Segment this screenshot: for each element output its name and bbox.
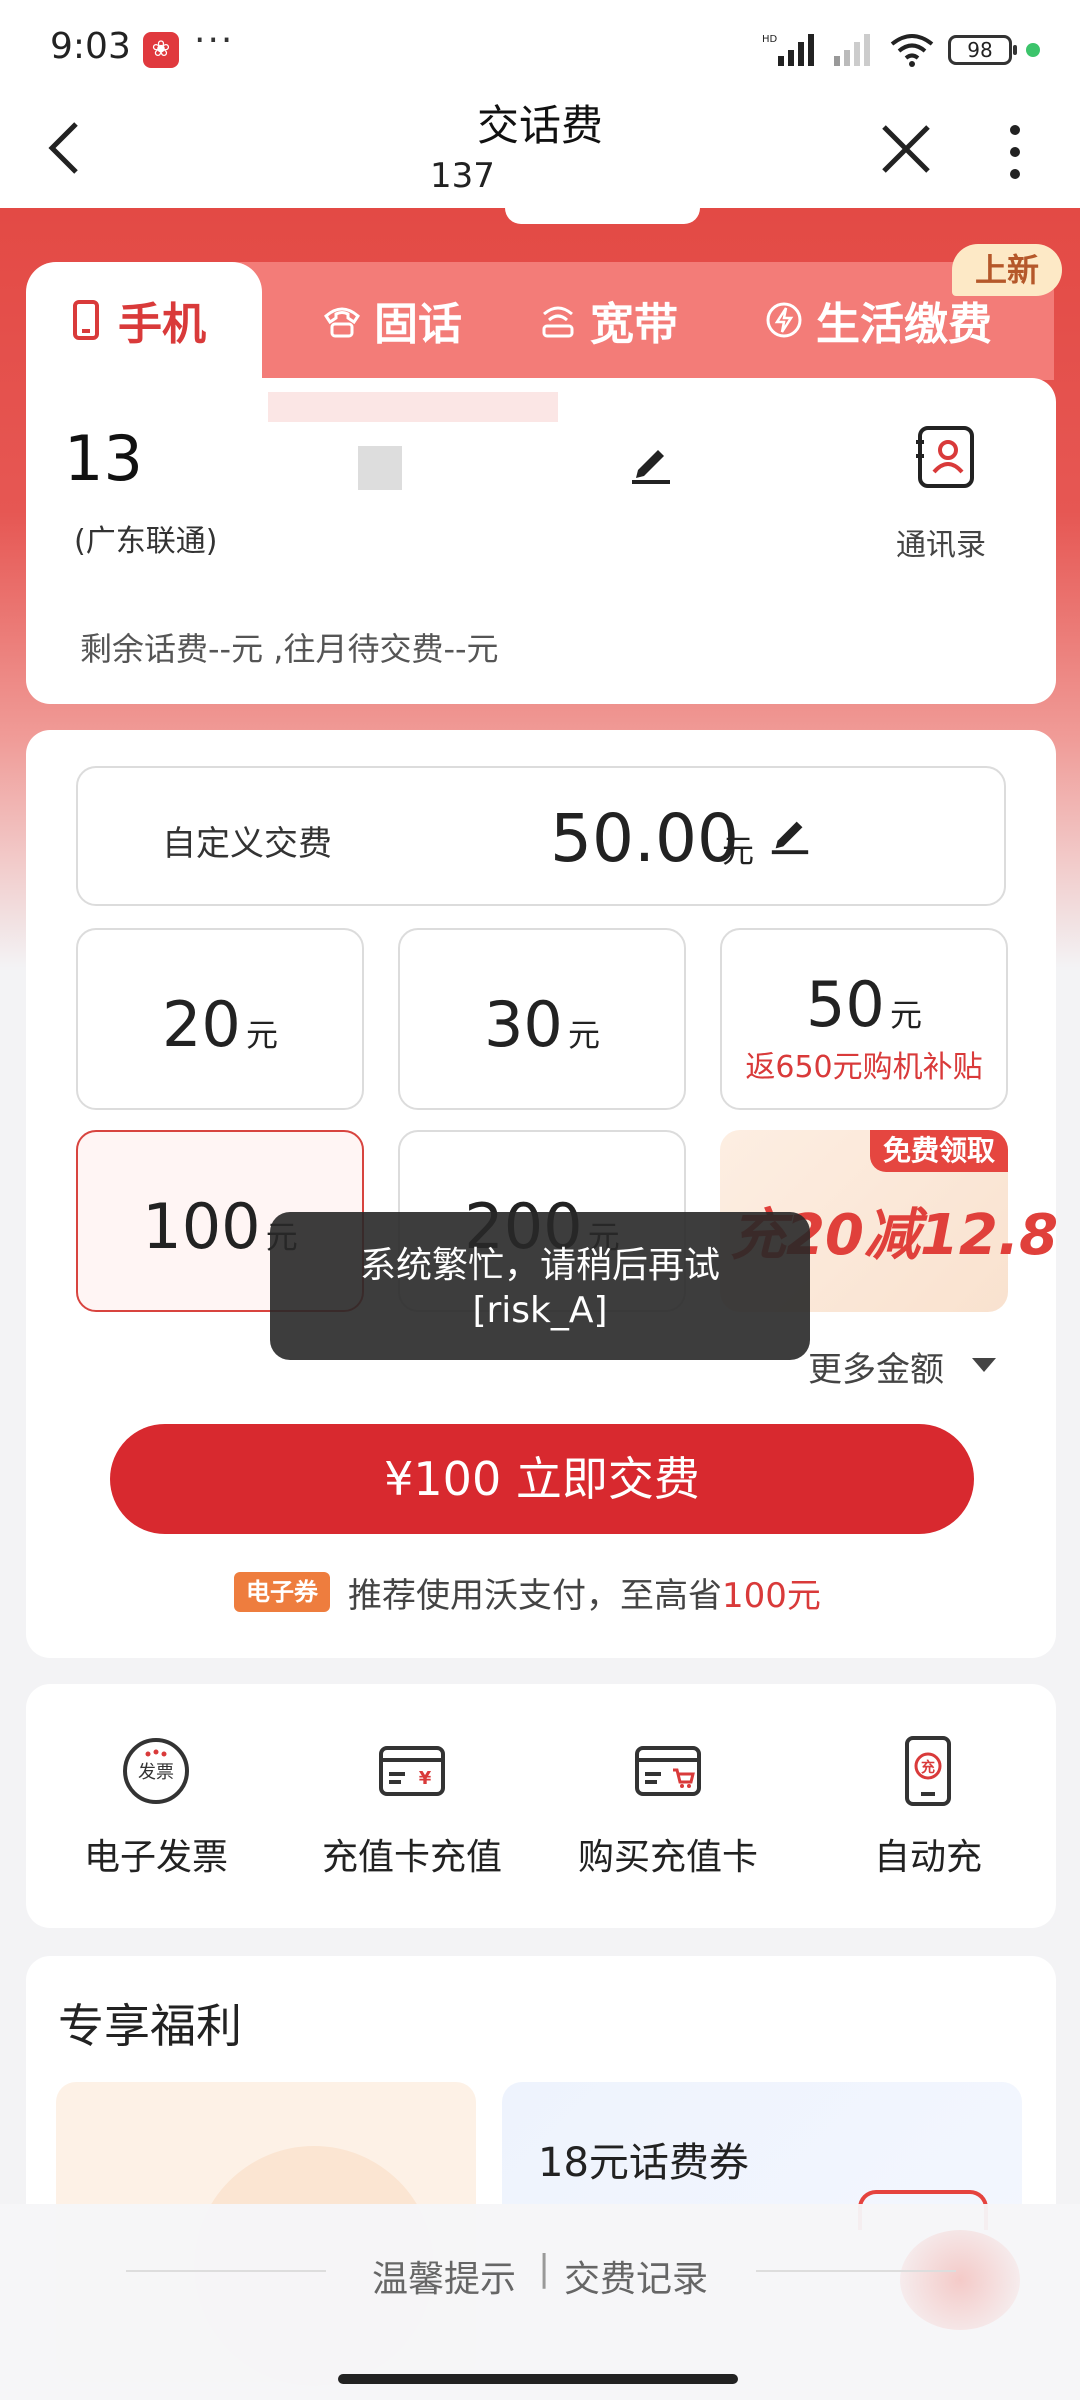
more-notifications-icon: ···	[194, 20, 235, 61]
promo-badge: 免费领取	[870, 1130, 1008, 1172]
carrier-label: (广东联通)	[74, 524, 218, 559]
option-unit: 元	[889, 996, 922, 1034]
payment-records-link[interactable]: 交费记录	[564, 2250, 708, 2302]
signal-weak-icon	[834, 34, 870, 66]
tips-link[interactable]: 温馨提示	[372, 2250, 516, 2302]
status-indicators: HD 98	[762, 30, 1040, 70]
tab-mobile[interactable]: 手机	[66, 290, 206, 350]
divider-left	[126, 2270, 326, 2272]
phone-number[interactable]: 13	[64, 422, 143, 495]
option-value: 30	[483, 988, 563, 1061]
more-options-icon[interactable]	[1000, 124, 1030, 180]
custom-amount-label: 自定义交费	[162, 824, 332, 864]
link-separator: |	[538, 2248, 551, 2289]
service-buy-card[interactable]: 购买充值卡	[558, 1736, 778, 1880]
edit-number-icon[interactable]	[628, 440, 674, 486]
option-unit: 元	[245, 1016, 278, 1054]
service-card-recharge[interactable]: ¥ 充值卡充值	[302, 1736, 522, 1880]
savings-amount: 100元	[722, 1576, 821, 1616]
tab-utilities[interactable]: 生活缴费	[764, 290, 992, 350]
new-badge: 上新	[952, 244, 1062, 296]
service-e-invoice[interactable]: 发票 电子发票	[46, 1736, 266, 1880]
custom-amount-unit: 元	[722, 832, 755, 870]
service-label: 充值卡充值	[321, 1837, 502, 1878]
signal-icon: HD	[762, 34, 814, 66]
home-indicator[interactable]	[338, 2374, 738, 2384]
svg-text:HD: HD	[762, 34, 778, 45]
redacted-box	[358, 446, 402, 490]
service-label: 自动充	[873, 1837, 982, 1878]
broadband-icon	[542, 306, 574, 338]
recharge-card-icon: ¥	[377, 1736, 447, 1806]
battery-indicator: 98	[948, 35, 1017, 65]
option-unit: 元	[567, 1016, 600, 1054]
close-icon[interactable]	[880, 120, 932, 186]
option-subsidy-label: 返650元购机补贴	[745, 1050, 983, 1085]
svg-text:充: 充	[921, 1759, 935, 1776]
invoice-icon: 发票	[121, 1736, 191, 1806]
chevron-down-icon[interactable]	[970, 1348, 998, 1381]
page-title: 交话费	[476, 101, 603, 146]
pay-now-button[interactable]: ¥100 立即交费	[110, 1424, 974, 1534]
status-time: 9:03	[50, 26, 131, 67]
toast-message: 系统繁忙，请稍后再试	[359, 1245, 720, 1286]
coupon-title: 18元话费券	[538, 2140, 749, 2186]
option-value: 50	[805, 968, 885, 1041]
recommendation-text: 推荐使用沃支付，至高省	[348, 1576, 722, 1616]
mobile-phone-icon	[73, 300, 99, 340]
balance-info: 剩余话费--元 ,往月待交费--元	[80, 630, 499, 668]
wifi-icon	[890, 34, 934, 67]
benefits-title: 专享福利	[58, 1999, 242, 2053]
wo-pay-recommendation[interactable]: 推荐使用沃支付，至高省100元	[348, 1568, 821, 1617]
tab-label: 固话	[374, 299, 462, 350]
tab-label: 宽带	[590, 299, 678, 350]
redacted-strip	[268, 392, 558, 422]
service-label: 购买充值卡	[577, 1837, 758, 1878]
svg-text:发票: 发票	[138, 1762, 174, 1783]
custom-amount-value[interactable]: 50.00	[550, 800, 739, 877]
buy-card-icon	[633, 1736, 703, 1806]
option-value: 20	[161, 988, 241, 1061]
option-value: 100	[142, 1190, 261, 1263]
divider-right	[756, 2270, 956, 2272]
contacts-label[interactable]: 通讯录	[896, 520, 986, 564]
landline-phone-icon	[324, 307, 360, 338]
toast-code: [risk_A]	[472, 1290, 608, 1331]
auto-recharge-icon: 充	[893, 1736, 963, 1806]
floating-decoration	[900, 2230, 1020, 2330]
svg-text:¥: ¥	[419, 1768, 432, 1789]
tab-broadband[interactable]: 宽带	[538, 290, 678, 350]
back-icon[interactable]	[44, 118, 84, 188]
more-amount-link[interactable]: 更多金额	[808, 1342, 944, 1391]
page-subtitle: 137	[430, 156, 495, 196]
service-auto-recharge[interactable]: 充 自动充	[818, 1736, 1038, 1880]
tab-label: 生活缴费	[816, 299, 992, 350]
privacy-dot	[1026, 43, 1040, 57]
lightning-icon	[766, 302, 802, 338]
tab-label: 手机	[118, 299, 206, 350]
tab-landline[interactable]: 固话	[322, 290, 462, 350]
app-notification-icon: ❀	[143, 32, 179, 68]
header-notch	[505, 208, 700, 224]
e-coupon-badge: 电子券	[234, 1572, 330, 1612]
edit-amount-icon[interactable]	[768, 812, 812, 856]
contacts-icon[interactable]	[914, 424, 978, 490]
service-label: 电子发票	[83, 1837, 228, 1878]
